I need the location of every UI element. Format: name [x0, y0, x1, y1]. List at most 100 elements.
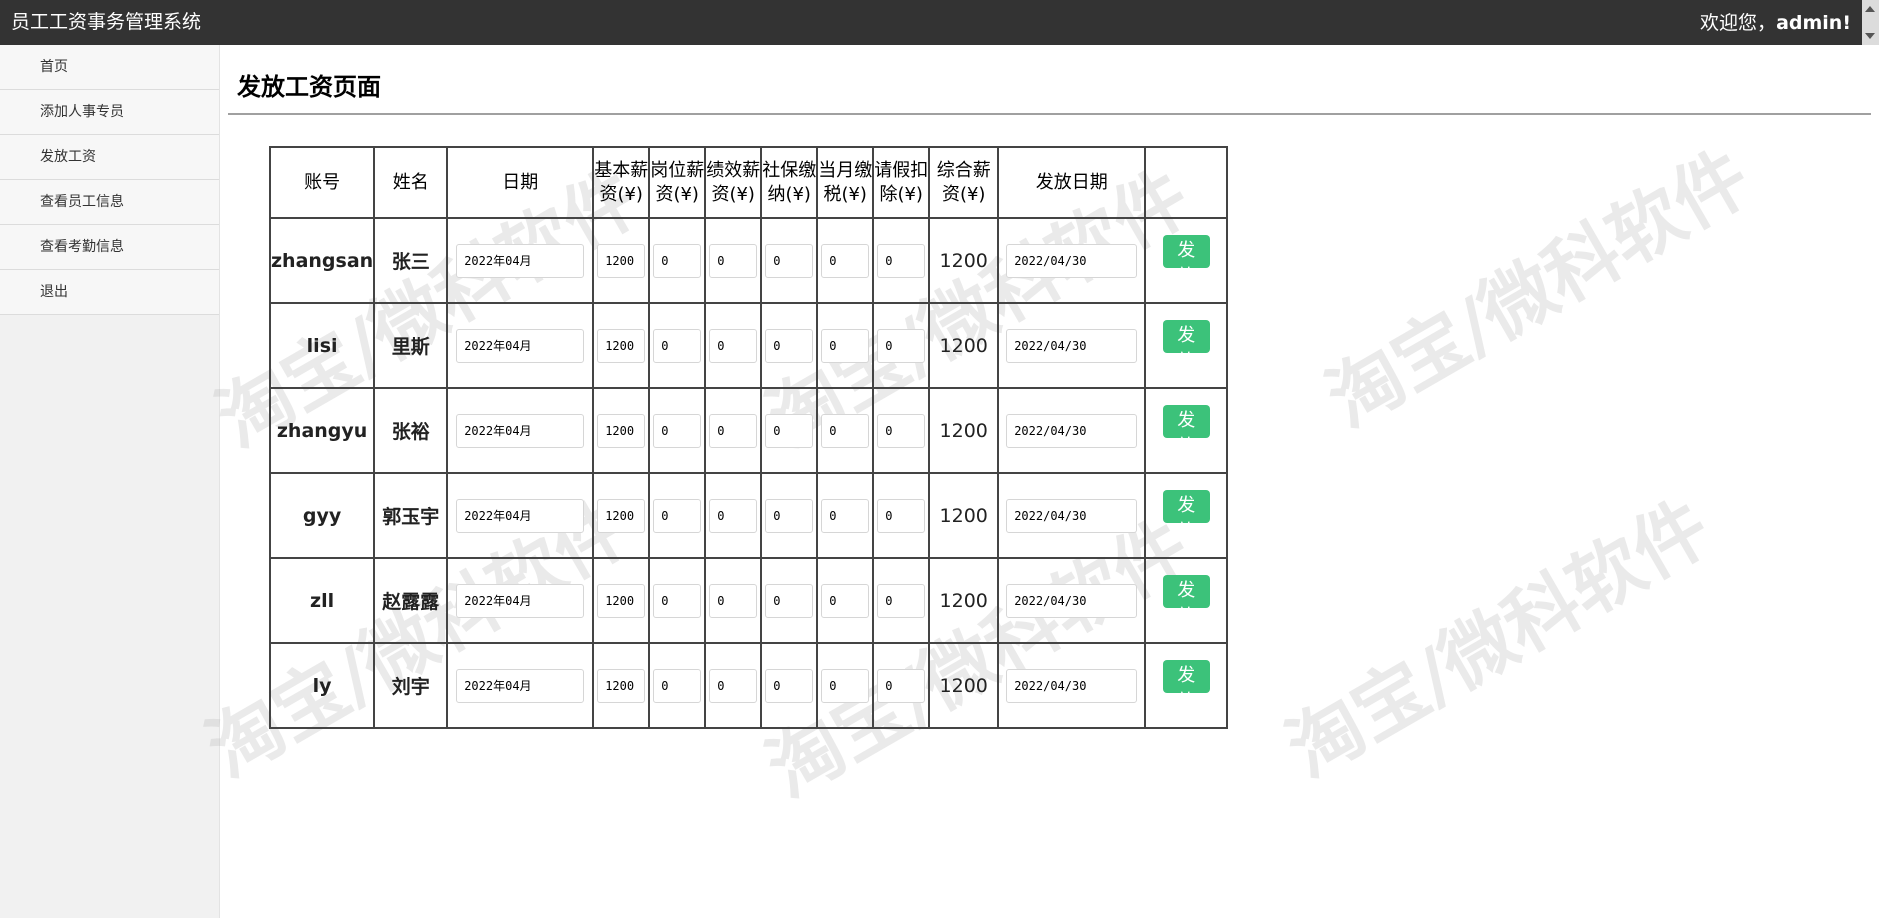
social-security-input[interactable] — [765, 413, 814, 448]
pay-date-input[interactable] — [1006, 583, 1138, 618]
performance-salary-input[interactable] — [709, 243, 758, 278]
cell-base-salary — [592, 217, 651, 304]
social-security-input[interactable] — [765, 583, 814, 618]
performance-salary-input[interactable] — [709, 583, 758, 618]
cell-account: ly — [268, 642, 376, 729]
cell-monthly-tax — [816, 557, 875, 644]
pay-salary-button[interactable]: 发放 — [1162, 405, 1210, 457]
monthly-tax-input[interactable] — [821, 583, 870, 618]
cell-social-security — [760, 642, 819, 729]
col-header-social-security: 社保缴 纳(¥) — [760, 146, 819, 219]
cell-monthly-tax — [816, 642, 875, 729]
performance-salary-input[interactable] — [709, 328, 758, 363]
cell-leave-deduction — [872, 302, 931, 389]
monthly-tax-input[interactable] — [821, 668, 870, 703]
cell-social-security — [760, 302, 819, 389]
cell-action: 发放 — [1144, 302, 1229, 389]
cell-account: lisi — [268, 302, 376, 389]
cell-leave-deduction — [872, 642, 931, 729]
date-input[interactable] — [456, 243, 585, 278]
cell-name: 张裕 — [373, 387, 449, 474]
pay-date-input[interactable] — [1006, 668, 1138, 703]
leave-deduction-input[interactable] — [877, 243, 926, 278]
cell-name: 刘宇 — [373, 642, 449, 729]
cell-total-salary: 1200 — [928, 642, 1000, 729]
leave-deduction-input[interactable] — [877, 328, 926, 363]
pay-date-input[interactable] — [1006, 498, 1138, 533]
monthly-tax-input[interactable] — [821, 328, 870, 363]
col-header-post-salary: 岗位薪 资(¥) — [648, 146, 707, 219]
base-salary-input[interactable] — [597, 413, 646, 448]
leave-deduction-input[interactable] — [877, 498, 926, 533]
base-salary-input[interactable] — [597, 668, 646, 703]
pay-salary-button[interactable]: 发放 — [1162, 660, 1210, 712]
cell-post-salary — [648, 642, 707, 729]
cell-post-salary — [648, 387, 707, 474]
scrollbar[interactable] — [1862, 0, 1879, 45]
leave-deduction-input[interactable] — [877, 413, 926, 448]
date-input[interactable] — [456, 583, 585, 618]
scroll-up-icon[interactable] — [1865, 6, 1875, 12]
pay-date-input[interactable] — [1006, 413, 1138, 448]
monthly-tax-input[interactable] — [821, 413, 870, 448]
cell-action: 发放 — [1144, 387, 1229, 474]
pay-salary-button[interactable]: 发放 — [1162, 575, 1210, 627]
sidebar-item-add-hr-staff[interactable]: 添加人事专员 — [0, 90, 219, 135]
cell-base-salary — [592, 557, 651, 644]
social-security-input[interactable] — [765, 328, 814, 363]
base-salary-input[interactable] — [597, 328, 646, 363]
top-header-bar: 员工工资事务管理系统 欢迎您，admin! — [0, 0, 1879, 45]
scroll-down-icon[interactable] — [1865, 33, 1875, 39]
sidebar-item-pay-salary[interactable]: 发放工资 — [0, 135, 219, 180]
cell-performance-salary — [704, 387, 763, 474]
sidebar-item-home[interactable]: 首页 — [0, 45, 219, 90]
cell-pay-date — [997, 302, 1147, 389]
sidebar-item-attendance-info[interactable]: 查看考勤信息 — [0, 225, 219, 270]
post-salary-input[interactable] — [653, 668, 702, 703]
base-salary-input[interactable] — [597, 498, 646, 533]
cell-social-security — [760, 557, 819, 644]
salary-table: 账号 姓名 日期 基本薪 资(¥) 岗位薪 资(¥) 绩效薪 资(¥) 社保缴 纳(¥)… — [268, 146, 1229, 729]
col-header-name: 姓名 — [373, 146, 449, 219]
sidebar-item-logout[interactable]: 退出 — [0, 270, 219, 315]
cell-base-salary — [592, 387, 651, 474]
base-salary-input[interactable] — [597, 583, 646, 618]
sidebar: 首页 添加人事专员 发放工资 查看员工信息 查看考勤信息 退出 — [0, 45, 220, 918]
date-input[interactable] — [456, 668, 585, 703]
pay-salary-button[interactable]: 发放 — [1162, 235, 1210, 287]
pay-date-input[interactable] — [1006, 243, 1138, 278]
pay-date-input[interactable] — [1006, 328, 1138, 363]
cell-performance-salary — [704, 642, 763, 729]
base-salary-input[interactable] — [597, 243, 646, 278]
date-input[interactable] — [456, 328, 585, 363]
post-salary-input[interactable] — [653, 498, 702, 533]
date-input[interactable] — [456, 413, 585, 448]
cell-monthly-tax — [816, 302, 875, 389]
performance-salary-input[interactable] — [709, 668, 758, 703]
cell-monthly-tax — [816, 387, 875, 474]
social-security-input[interactable] — [765, 668, 814, 703]
pay-salary-button[interactable]: 发放 — [1162, 490, 1210, 542]
monthly-tax-input[interactable] — [821, 498, 870, 533]
date-input[interactable] — [456, 498, 585, 533]
post-salary-input[interactable] — [653, 583, 702, 618]
sidebar-item-employee-info[interactable]: 查看员工信息 — [0, 180, 219, 225]
post-salary-input[interactable] — [653, 243, 702, 278]
welcome-prefix: 欢迎您， — [1700, 12, 1777, 34]
leave-deduction-input[interactable] — [877, 583, 926, 618]
pay-salary-button[interactable]: 发放 — [1162, 320, 1210, 372]
sidebar-menu: 首页 添加人事专员 发放工资 查看员工信息 查看考勤信息 退出 — [0, 45, 219, 315]
post-salary-input[interactable] — [653, 328, 702, 363]
post-salary-input[interactable] — [653, 413, 702, 448]
table-row: gyy郭玉宇 1200 发放 — [268, 472, 1229, 559]
monthly-tax-input[interactable] — [821, 243, 870, 278]
performance-salary-input[interactable] — [709, 413, 758, 448]
cell-performance-salary — [704, 302, 763, 389]
social-security-input[interactable] — [765, 498, 814, 533]
performance-salary-input[interactable] — [709, 498, 758, 533]
social-security-input[interactable] — [765, 243, 814, 278]
cell-leave-deduction — [872, 557, 931, 644]
app-title: 员工工资事务管理系统 — [11, 11, 202, 33]
leave-deduction-input[interactable] — [877, 668, 926, 703]
table-row: lisi里斯 1200 发放 — [268, 302, 1229, 389]
